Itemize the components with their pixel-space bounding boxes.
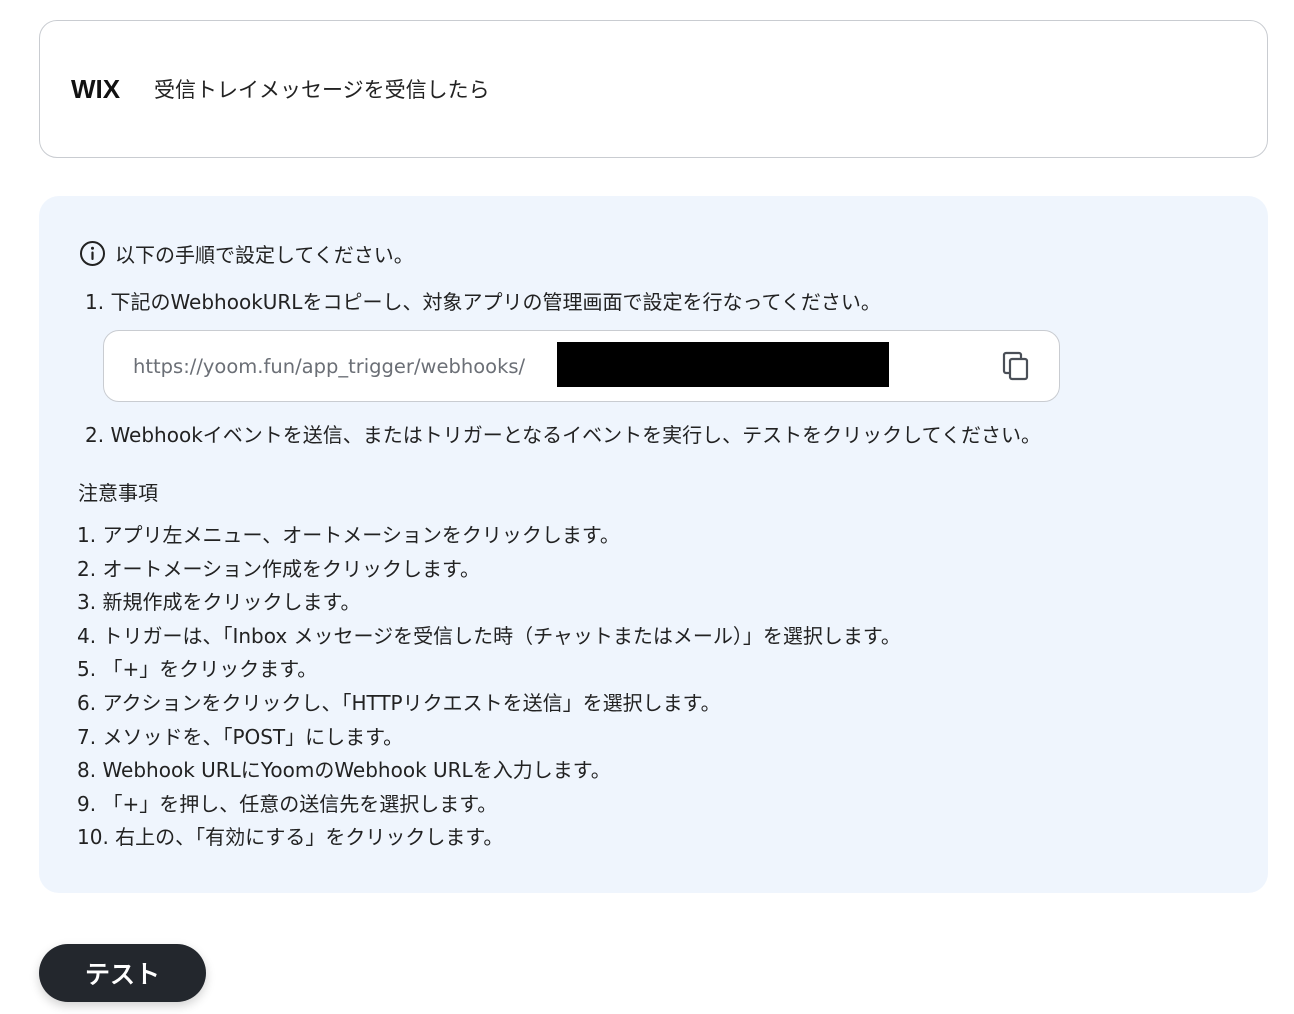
list-item: 5. 「+」をクリックます。 xyxy=(77,657,318,682)
webhook-url-text[interactable]: https://yoom.fun/app_trigger/webhooks/ xyxy=(133,355,525,378)
step-send-event: 2. Webhookイベントを送信、またはトリガーとなるイベントを実行し、テスト… xyxy=(85,423,1041,447)
list-item: 8. Webhook URLにYoomのWebhook URLを入力します。 xyxy=(77,758,611,783)
step-copy-url: 1. 下記のWebhookURLをコピーし、対象アプリの管理画面で設定を行なって… xyxy=(85,290,881,314)
instruction-heading: 以下の手順で設定してください。 xyxy=(115,243,414,267)
test-button[interactable]: テスト xyxy=(39,944,206,1002)
wix-logo: WIX xyxy=(71,73,121,104)
trigger-card[interactable]: WIX 受信トレイメッセージを受信したら xyxy=(39,20,1268,158)
list-item: 9. 「+」を押し、任意の送信先を選択します。 xyxy=(77,791,498,816)
redacted-token xyxy=(557,342,889,387)
instruction-panel: 以下の手順で設定してください。 1. 下記のWebhookURLをコピーし、対象… xyxy=(39,196,1268,893)
webhook-url-field[interactable]: https://yoom.fun/app_trigger/webhooks/ xyxy=(103,330,1060,402)
list-item: 7. メソッドを、「POST」にします。 xyxy=(77,724,404,749)
list-item: 1. アプリ左メニュー、オートメーションをクリックします。 xyxy=(77,523,620,547)
list-item: 6. アクションをクリックし、「HTTPリクエストを送信」を選択します。 xyxy=(77,690,721,715)
page: WIX 受信トレイメッセージを受信したら 以下の手順で設定してください。 1. … xyxy=(0,0,1294,1014)
trigger-title: 受信トレイメッセージを受信したら xyxy=(154,78,490,102)
info-circle-icon xyxy=(79,240,106,267)
instruction-heading-row: 以下の手順で設定してください。 xyxy=(79,239,414,268)
list-item: 3. 新規作成をクリックします。 xyxy=(77,590,361,615)
list-item: 4. トリガーは、「Inbox メッセージを受信した時（チャットまたはメール）」… xyxy=(77,623,901,648)
list-item: 2. オートメーション作成をクリックします。 xyxy=(77,556,481,581)
notes-list: 1. アプリ左メニュー、オートメーションをクリックします。 2. オートメーショ… xyxy=(77,521,901,857)
copy-icon[interactable] xyxy=(1000,350,1032,382)
notes-title: 注意事項 xyxy=(78,481,158,505)
list-item: 10. 右上の、「有効にする」をクリックします。 xyxy=(77,825,504,850)
